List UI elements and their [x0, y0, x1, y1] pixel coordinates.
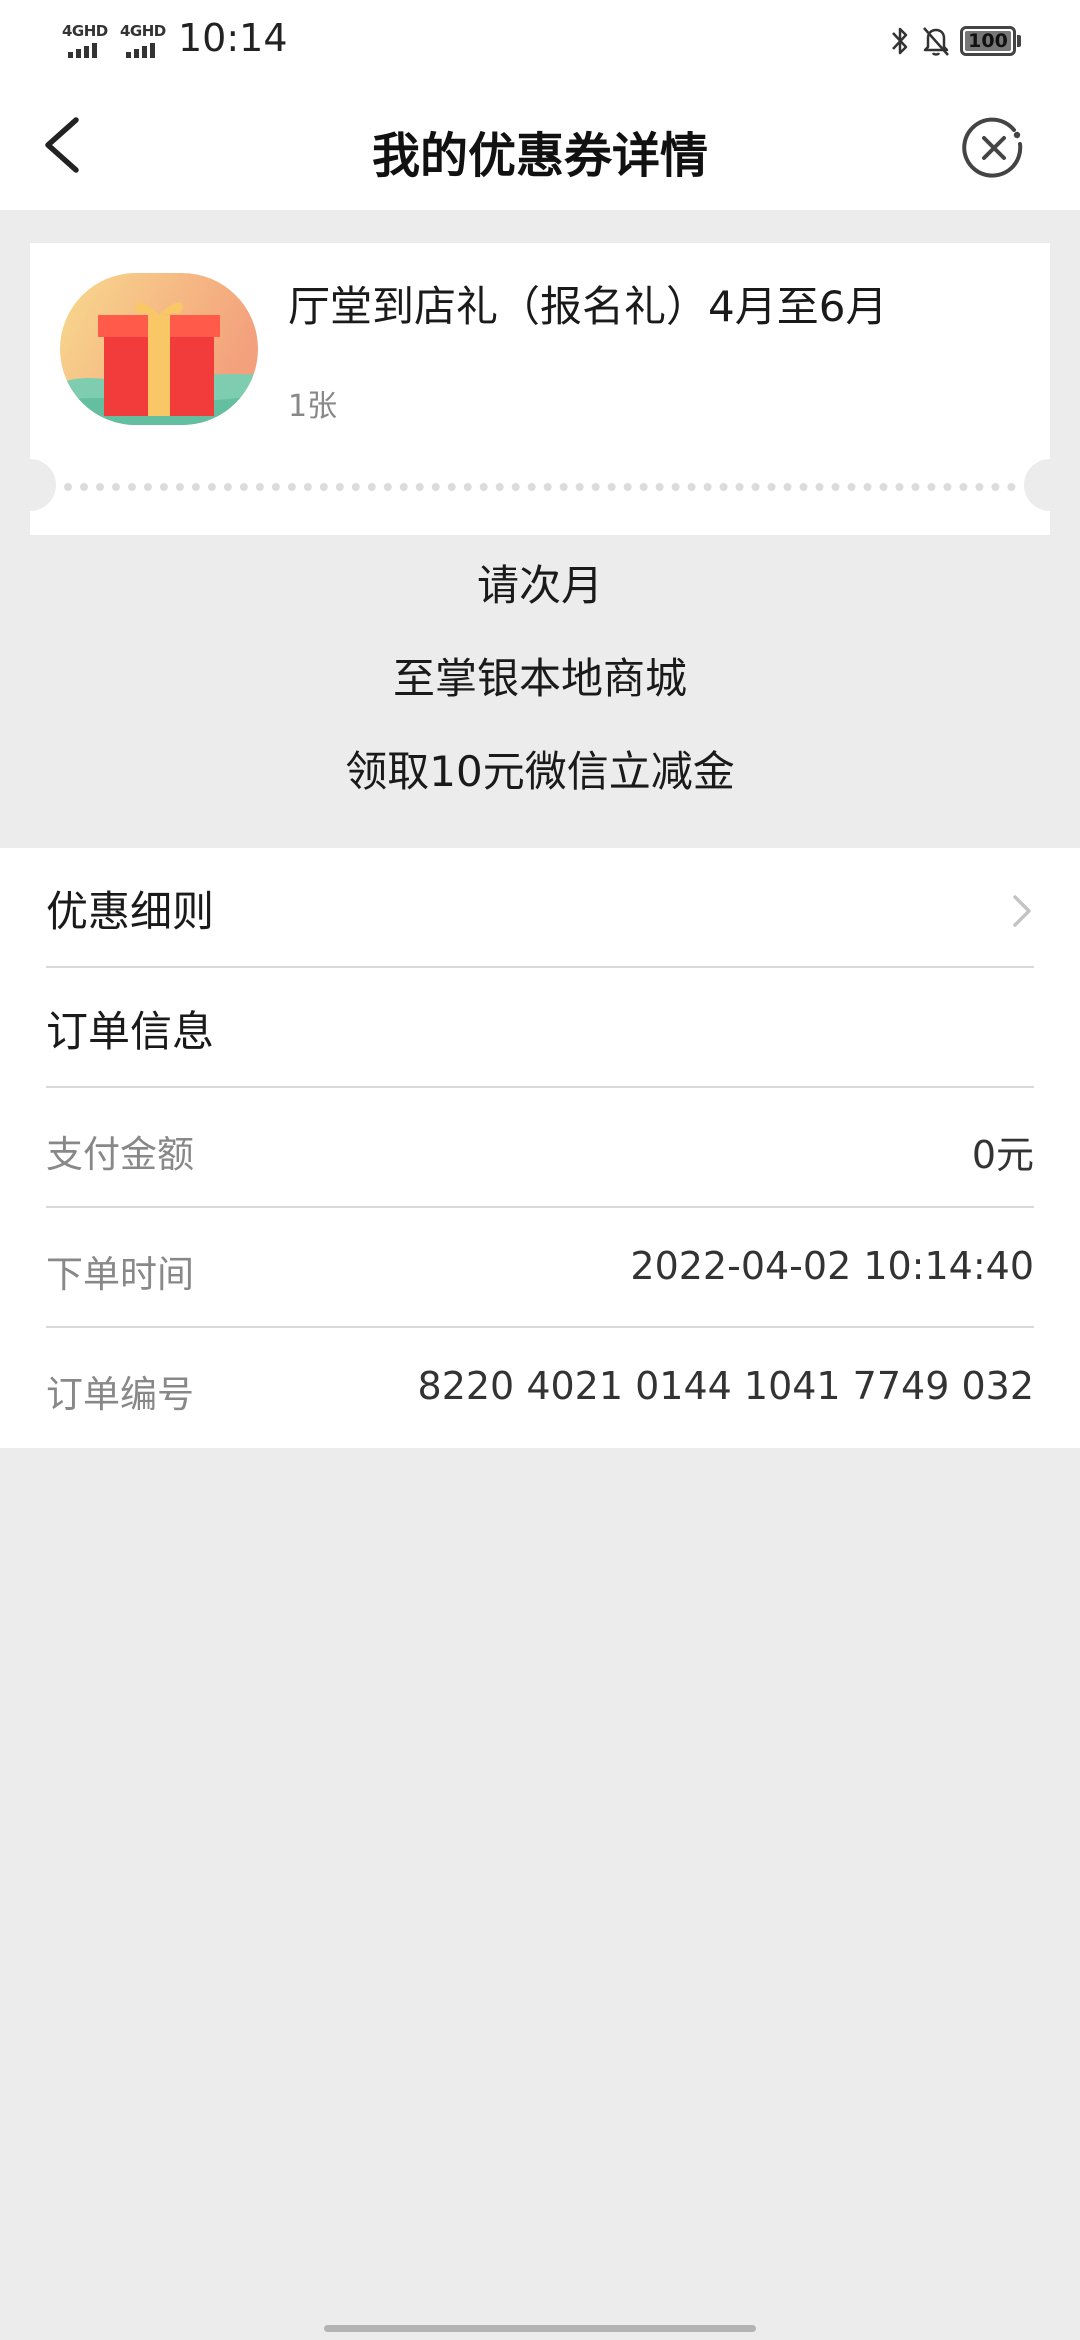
battery-tip [1017, 35, 1021, 47]
battery-level: 100 [968, 30, 1008, 52]
page-title: 我的优惠券详情 [371, 128, 708, 184]
order-info-label: 订单信息 [46, 1007, 215, 1056]
coupon-card: 厅堂到店礼（报名礼）4月至6月 1张 [4, 243, 1076, 535]
order-details: 优惠细则 订单信息 支付金额 0元 下单时间 2022-04-02 10:14:… [0, 848, 1080, 1448]
payment-amount-row: 支付金额 0元 [46, 1088, 1034, 1208]
order-time-row: 下单时间 2022-04-02 10:14:40 [46, 1208, 1034, 1328]
header: 我的优惠券详情 [0, 80, 1080, 210]
ticket-notch [4, 459, 56, 511]
ticket-perforation [64, 483, 1016, 491]
network-type-label: 4GHD [62, 22, 108, 40]
order-info-header: 订单信息 [46, 968, 1034, 1088]
network-type-label: 4GHD [120, 22, 166, 40]
instruction-line: 请次月 [476, 561, 603, 610]
order-number-label: 订单编号 [46, 1373, 194, 1416]
gift-box-icon [60, 273, 258, 425]
close-button[interactable] [962, 116, 1026, 180]
instruction-line: 领取10元微信立减金 [345, 747, 735, 796]
coupon-instructions: 请次月 至掌银本地商城 领取10元微信立减金 [0, 565, 1080, 844]
status-bar: 4GHD 4GHD 10:14 100 [0, 0, 1080, 80]
chevron-right-icon [1013, 895, 1031, 927]
bluetooth-icon [892, 27, 908, 55]
bell-muted-icon [923, 27, 949, 56]
cellular-signal-icon: 4GHD [62, 20, 116, 60]
order-number-row: 订单编号 8220 4021 0144 1041 7749 032 [46, 1328, 1034, 1448]
order-time-label: 下单时间 [46, 1253, 194, 1296]
order-time-value: 2022-04-02 10:14:40 [630, 1244, 1034, 1288]
status-time: 10:14 [178, 16, 288, 60]
payment-amount-label: 支付金额 [46, 1133, 194, 1176]
cellular-signal-icon: 4GHD [120, 20, 174, 60]
order-number-value: 8220 4021 0144 1041 7749 032 [417, 1364, 1034, 1408]
terms-label: 优惠细则 [46, 887, 215, 936]
battery-icon: 100 [960, 26, 1016, 56]
coupon-quantity: 1张 [288, 389, 338, 424]
payment-amount-value: 0元 [971, 1133, 1034, 1177]
ticket-notch [1024, 459, 1076, 511]
home-indicator[interactable] [324, 2325, 756, 2332]
instruction-line: 至掌银本地商城 [392, 654, 687, 703]
terms-row[interactable]: 优惠细则 [46, 848, 1034, 968]
coupon-title: 厅堂到店礼（报名礼）4月至6月 [288, 282, 888, 331]
